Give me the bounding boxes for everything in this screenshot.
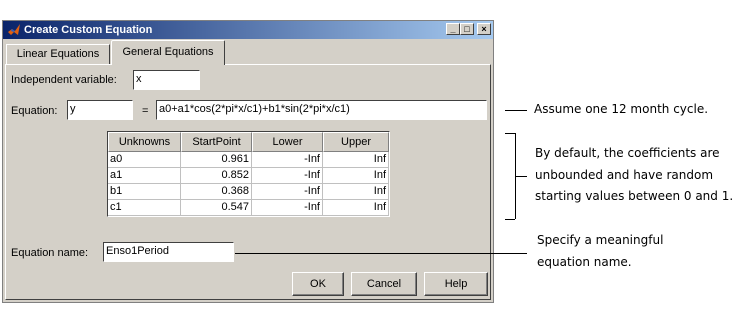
annotation-name-line-1: Specify a meaningful xyxy=(537,233,664,247)
annotation-name-line-2: equation name. xyxy=(537,255,632,269)
table-cell[interactable]: -Inf xyxy=(252,184,323,200)
equation-label: Equation: xyxy=(11,105,58,117)
table-cell[interactable]: b1 xyxy=(108,184,181,200)
table-cell[interactable]: 0.961 xyxy=(181,152,252,168)
table-row: a1 0.852 -Inf Inf xyxy=(108,168,389,184)
table-cell[interactable]: Inf xyxy=(323,168,389,184)
column-header-upper[interactable]: Upper xyxy=(323,132,389,152)
annotation-coefficients-line-2: unbounded and have random xyxy=(535,168,714,182)
cancel-button[interactable]: Cancel xyxy=(351,272,417,296)
table-cell[interactable]: -Inf xyxy=(252,152,323,168)
table-cell[interactable]: -Inf xyxy=(252,200,323,216)
table-row: c1 0.547 -Inf Inf xyxy=(108,200,389,216)
annotation-coefficients-line-3: starting values between 0 and 1. xyxy=(535,189,734,203)
column-header-lower[interactable]: Lower xyxy=(252,132,323,152)
tab-linear-equations[interactable]: Linear Equations xyxy=(6,44,110,64)
equation-name-input[interactable]: Enso1Period xyxy=(103,242,234,262)
independent-variable-label: Independent variable: xyxy=(11,74,117,86)
annotation-cycle: Assume one 12 month cycle. xyxy=(534,102,709,116)
tab-general-equations[interactable]: General Equations xyxy=(111,40,225,65)
bracket-pointer xyxy=(515,176,527,177)
table-row: a0 0.961 -Inf Inf xyxy=(108,152,389,168)
unknowns-table: Unknowns StartPoint Lower Upper a0 0.961… xyxy=(107,131,390,217)
minimize-button[interactable]: _ xyxy=(446,23,460,35)
equation-lhs-input[interactable]: y xyxy=(67,100,133,120)
table-cell[interactable]: 0.368 xyxy=(181,184,252,200)
ok-button[interactable]: OK xyxy=(292,272,344,296)
column-header-startpoint[interactable]: StartPoint xyxy=(181,132,252,152)
annotation-coefficients-line-1: By default, the coefficients are xyxy=(535,146,720,160)
callout-line-name xyxy=(235,253,527,254)
bracket-bottom xyxy=(505,219,515,220)
equation-rhs-input[interactable]: a0+a1*cos(2*pi*x/c1)+b1*sin(2*pi*x/c1) xyxy=(156,100,487,120)
bracket-top xyxy=(505,133,515,134)
matlab-logo-icon xyxy=(8,24,20,35)
window-title: Create Custom Equation xyxy=(24,24,153,36)
close-button[interactable]: × xyxy=(477,23,491,35)
independent-variable-input[interactable]: x xyxy=(133,70,200,90)
equation-name-label: Equation name: xyxy=(11,247,89,259)
equals-sign: = xyxy=(142,105,149,117)
table-cell[interactable]: 0.547 xyxy=(181,200,252,216)
callout-line-cycle xyxy=(505,110,527,111)
table-row: b1 0.368 -Inf Inf xyxy=(108,184,389,200)
table-cell[interactable]: c1 xyxy=(108,200,181,216)
maximize-button[interactable]: □ xyxy=(460,23,474,35)
table-cell[interactable]: Inf xyxy=(323,152,389,168)
column-header-unknowns[interactable]: Unknowns xyxy=(108,132,181,152)
table-cell[interactable]: 0.852 xyxy=(181,168,252,184)
table-cell[interactable]: a0 xyxy=(108,152,181,168)
table-cell[interactable]: -Inf xyxy=(252,168,323,184)
table-cell[interactable]: Inf xyxy=(323,184,389,200)
help-button[interactable]: Help xyxy=(424,272,488,296)
table-cell[interactable]: a1 xyxy=(108,168,181,184)
table-cell[interactable]: Inf xyxy=(323,200,389,216)
